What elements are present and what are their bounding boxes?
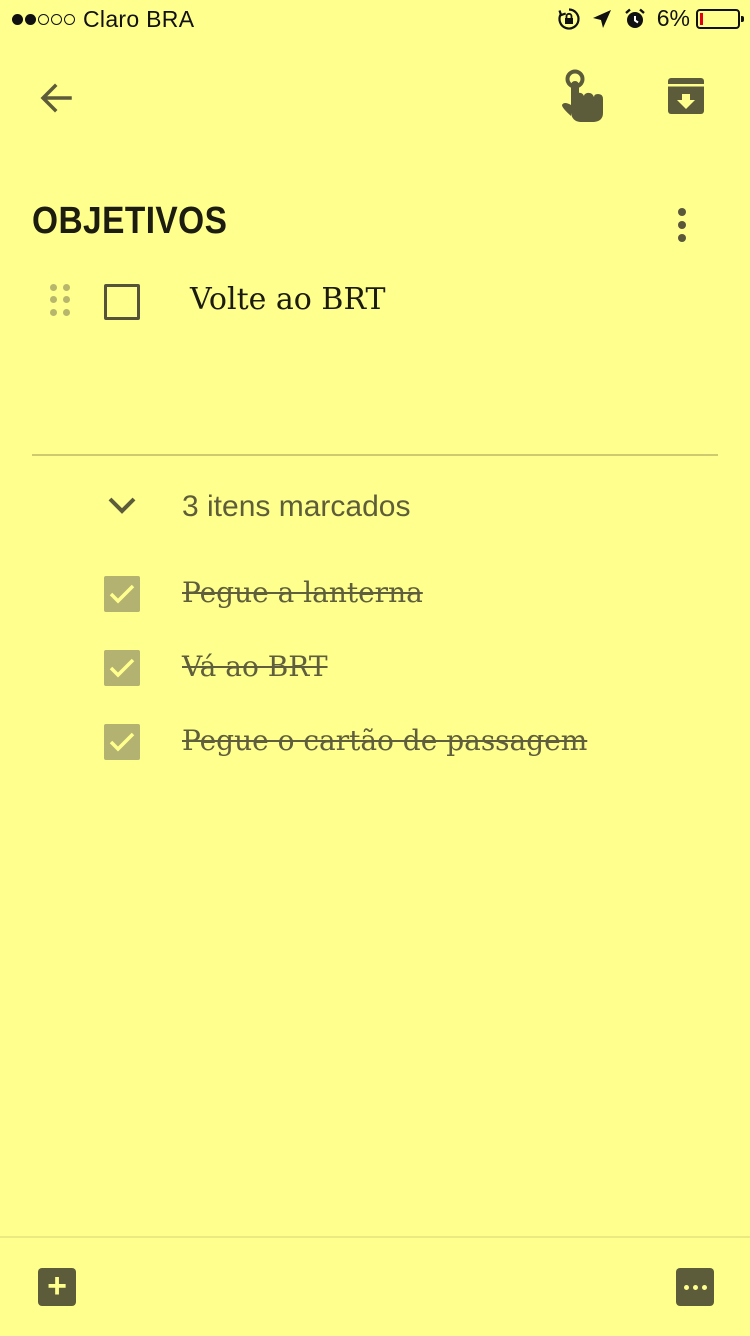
- signal-dot-icon: [12, 14, 23, 25]
- note-title[interactable]: OBJETIVOS: [32, 200, 227, 243]
- status-right: 6%: [557, 5, 744, 32]
- back-button[interactable]: [26, 68, 86, 128]
- bottom-bar: +: [0, 1236, 750, 1336]
- alarm-icon: [624, 8, 645, 28]
- archive-icon: [668, 78, 704, 114]
- archive-button[interactable]: [656, 66, 716, 126]
- check-icon: [109, 584, 135, 604]
- status-left: Claro BRA: [12, 6, 194, 33]
- chevron-down-icon: [108, 497, 136, 514]
- list-item-text[interactable]: Volte ao BRT: [190, 282, 386, 317]
- add-icon: +: [47, 1267, 67, 1305]
- check-icon: [109, 658, 135, 678]
- rotation-lock-icon: [558, 7, 580, 30]
- more-icon: [682, 1284, 709, 1290]
- menu-dot: [678, 208, 686, 216]
- reminder-finger-icon: [562, 69, 603, 122]
- note-menu-button[interactable]: [662, 200, 702, 250]
- checked-item-text[interactable]: Vá ao BRT: [182, 650, 328, 683]
- more-button[interactable]: [676, 1268, 714, 1306]
- item-checkbox-checked[interactable]: [104, 576, 140, 612]
- checked-item-text[interactable]: Pegue o cartão de passagem: [182, 724, 587, 757]
- signal-dot-icon: [64, 14, 75, 25]
- battery-icon: [696, 8, 744, 29]
- menu-dot: [678, 221, 686, 229]
- item-checkbox[interactable]: [104, 284, 140, 320]
- back-arrow-icon: [40, 83, 72, 113]
- checked-count-label: 3 itens marcados: [182, 490, 411, 523]
- checked-list-item: Vá ao BRT: [104, 650, 704, 690]
- location-arrow-icon: [592, 9, 611, 28]
- battery-nub: [741, 15, 744, 22]
- status-bar: Claro BRA 6%: [0, 0, 750, 40]
- carrier-name: Claro BRA: [83, 6, 195, 32]
- divider: [32, 454, 718, 456]
- checked-item-text[interactable]: Pegue a lanterna: [182, 576, 423, 609]
- signal-dot-icon: [38, 14, 49, 25]
- checked-list-item: Pegue o cartão de passagem: [104, 724, 704, 764]
- signal-dot-icon: [51, 14, 62, 25]
- checked-items-toggle[interactable]: 3 itens marcados: [100, 482, 460, 534]
- battery-level: [700, 12, 703, 25]
- checked-list-item: Pegue a lanterna: [104, 576, 704, 616]
- menu-dot: [678, 234, 686, 242]
- item-checkbox-checked[interactable]: [104, 724, 140, 760]
- add-button[interactable]: +: [38, 1268, 76, 1306]
- battery-percent: 6%: [656, 5, 690, 31]
- reminder-button[interactable]: [548, 62, 618, 132]
- item-checkbox-checked[interactable]: [104, 650, 140, 686]
- drag-handle-icon[interactable]: [50, 284, 74, 318]
- check-icon: [109, 732, 135, 752]
- signal-dot-icon: [25, 14, 36, 25]
